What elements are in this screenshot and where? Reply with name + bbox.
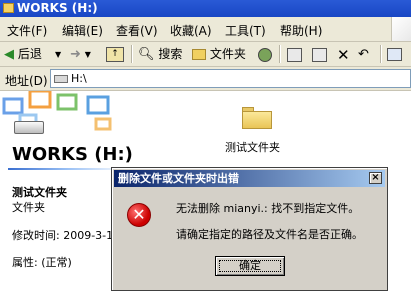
folder-item-icon[interactable] <box>242 107 272 129</box>
drive-icon <box>14 121 44 134</box>
address-input[interactable]: H:\ <box>50 69 411 88</box>
error-message-line2: 请确定指定的路径及文件名是否正确。 <box>176 228 363 241</box>
selected-item-attributes: 属性: (正常) <box>12 256 72 269</box>
undo-button[interactable]: ↶ <box>358 45 369 64</box>
drive-icon <box>54 75 68 83</box>
back-label: 后退 <box>17 47 42 61</box>
copy-to-icon <box>312 47 327 62</box>
selected-item-modified: 修改时间: 2009-3-1 <box>12 229 114 242</box>
window-title: WORKS (H:) <box>17 1 98 15</box>
menu-tools[interactable]: 工具(T) <box>225 22 266 39</box>
back-dropdown[interactable]: ▼ <box>55 45 61 64</box>
error-dialog: 删除文件或文件夹时出错 × ✕ 无法删除 mianyi.: 找不到指定文件。 请… <box>111 167 388 291</box>
address-label: 地址(D) <box>5 74 48 88</box>
back-button[interactable]: ◀ 后退 <box>4 45 42 64</box>
history-icon <box>258 47 272 62</box>
dialog-title: 删除文件或文件夹时出错 <box>118 172 239 185</box>
folders-button[interactable]: 文件夹 <box>192 45 246 64</box>
move-to-button[interactable] <box>287 45 302 64</box>
banner-divider <box>8 168 128 170</box>
views-icon <box>387 48 402 61</box>
dialog-titlebar[interactable]: 删除文件或文件夹时出错 × <box>114 170 385 187</box>
folders-label: 文件夹 <box>209 47 246 61</box>
error-x-glyph: ✕ <box>132 205 146 224</box>
error-icon: ✕ <box>127 203 151 227</box>
ok-button[interactable]: 确定 <box>215 256 285 276</box>
menu-bar: 文件(F) 编辑(E) 查看(V) 收藏(A) 工具(T) 帮助(H) <box>0 17 411 42</box>
drive-title: WORKS (H:) <box>12 144 133 165</box>
selected-item-name: 测试文件夹 <box>12 186 67 199</box>
copy-to-button[interactable] <box>312 45 327 64</box>
menu-edit[interactable]: 编辑(E) <box>62 22 103 39</box>
toolbar-separator <box>380 45 382 63</box>
undo-icon: ↶ <box>358 46 369 62</box>
menu-favorites[interactable]: 收藏(A) <box>170 22 212 39</box>
folder-icon <box>3 3 14 13</box>
back-arrow-icon: ◀ <box>4 46 14 62</box>
up-folder-icon: ↑ <box>106 47 124 62</box>
error-message-line1: 无法删除 mianyi.: 找不到指定文件。 <box>176 202 360 215</box>
menu-help[interactable]: 帮助(H) <box>280 22 322 39</box>
history-button[interactable] <box>258 45 272 64</box>
chevron-down-icon: ▼ <box>84 49 91 59</box>
search-button[interactable]: 🔍︎ 搜索 <box>138 45 182 64</box>
views-button[interactable] <box>387 45 402 64</box>
address-bar: 地址(D) H:\ <box>0 67 411 91</box>
up-folder-button[interactable]: ↑ <box>106 45 124 64</box>
focus-rect <box>219 260 281 272</box>
windows-logo-icon <box>391 17 411 41</box>
forward-arrow-icon: ➜ <box>70 46 81 62</box>
forward-button[interactable]: ➜ ▼ <box>70 45 91 64</box>
chevron-down-icon: ▼ <box>55 49 62 59</box>
delete-button[interactable]: ✕ <box>337 45 350 64</box>
delete-x-icon: ✕ <box>337 45 350 64</box>
toolbar-separator <box>279 45 281 63</box>
window-titlebar[interactable]: WORKS (H:) <box>0 0 411 17</box>
folders-icon <box>192 49 206 60</box>
selected-item-type: 文件夹 <box>12 201 45 214</box>
menu-file[interactable]: 文件(F) <box>7 22 47 39</box>
toolbar: ◀ 后退 ▼ ➜ ▼ ↑ 🔍︎ 搜索 文件夹 ✕ ↶ <box>0 42 411 67</box>
close-icon[interactable]: × <box>369 172 382 184</box>
search-icon: 🔍︎ <box>138 46 155 62</box>
menu-view[interactable]: 查看(V) <box>116 22 158 39</box>
folder-item-label[interactable]: 测试文件夹 <box>225 139 280 155</box>
address-value: H:\ <box>71 72 87 85</box>
toolbar-separator <box>131 45 133 63</box>
folder-body <box>242 111 272 129</box>
move-to-icon <box>287 47 302 62</box>
search-label: 搜索 <box>158 47 183 61</box>
